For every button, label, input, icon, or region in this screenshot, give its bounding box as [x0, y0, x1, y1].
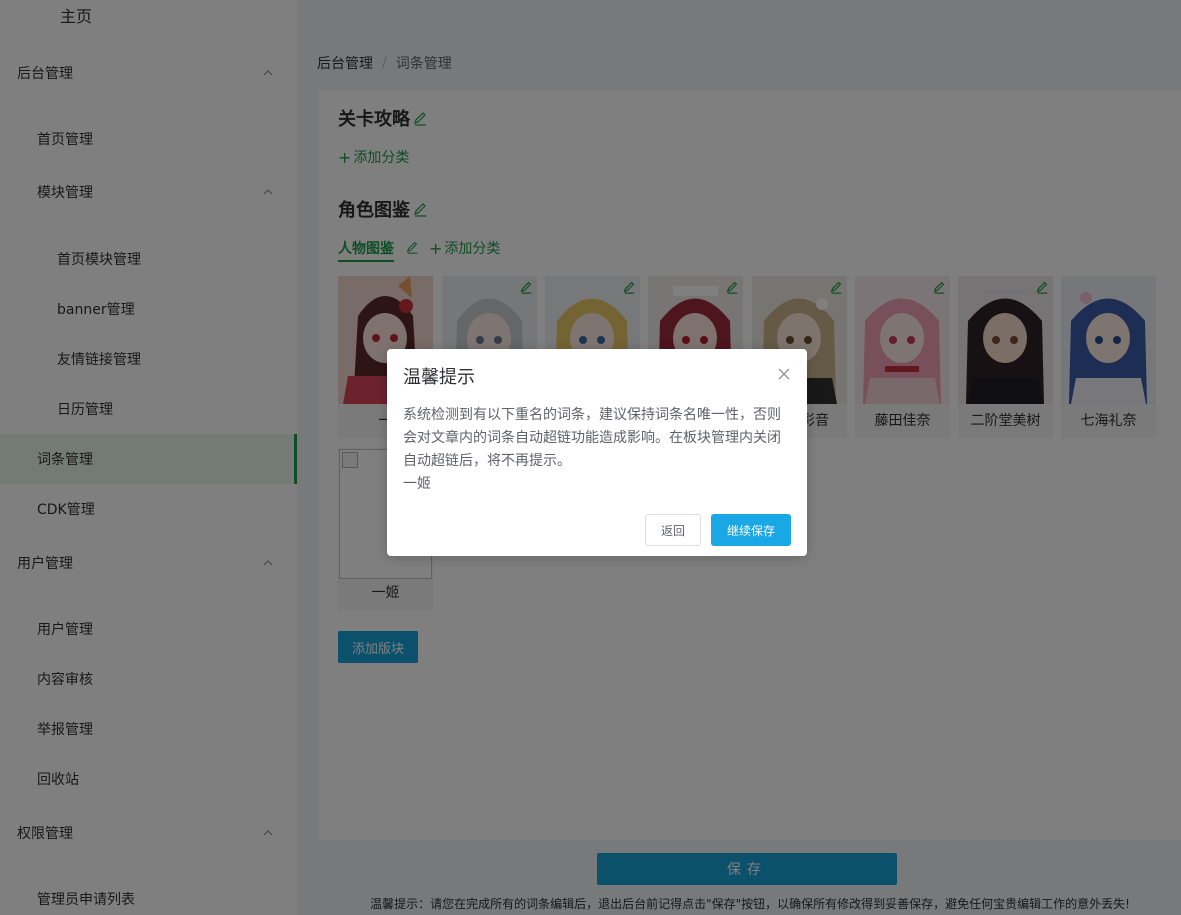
- duplicate-entry-name: 一姬: [403, 476, 431, 492]
- continue-save-button[interactable]: 继续保存: [711, 514, 791, 546]
- dialog-title: 温馨提示: [403, 367, 475, 388]
- close-icon[interactable]: [777, 367, 791, 381]
- warning-dialog: 温馨提示 系统检测到有以下重名的词条，建议保持词条名唯一性，否则会对文章内的词条…: [387, 349, 807, 556]
- back-button[interactable]: 返回: [645, 514, 701, 546]
- dialog-message: 系统检测到有以下重名的词条，建议保持词条名唯一性，否则会对文章内的词条自动超链功…: [403, 407, 781, 469]
- dialog-body: 系统检测到有以下重名的词条，建议保持词条名唯一性，否则会对文章内的词条自动超链功…: [403, 404, 793, 496]
